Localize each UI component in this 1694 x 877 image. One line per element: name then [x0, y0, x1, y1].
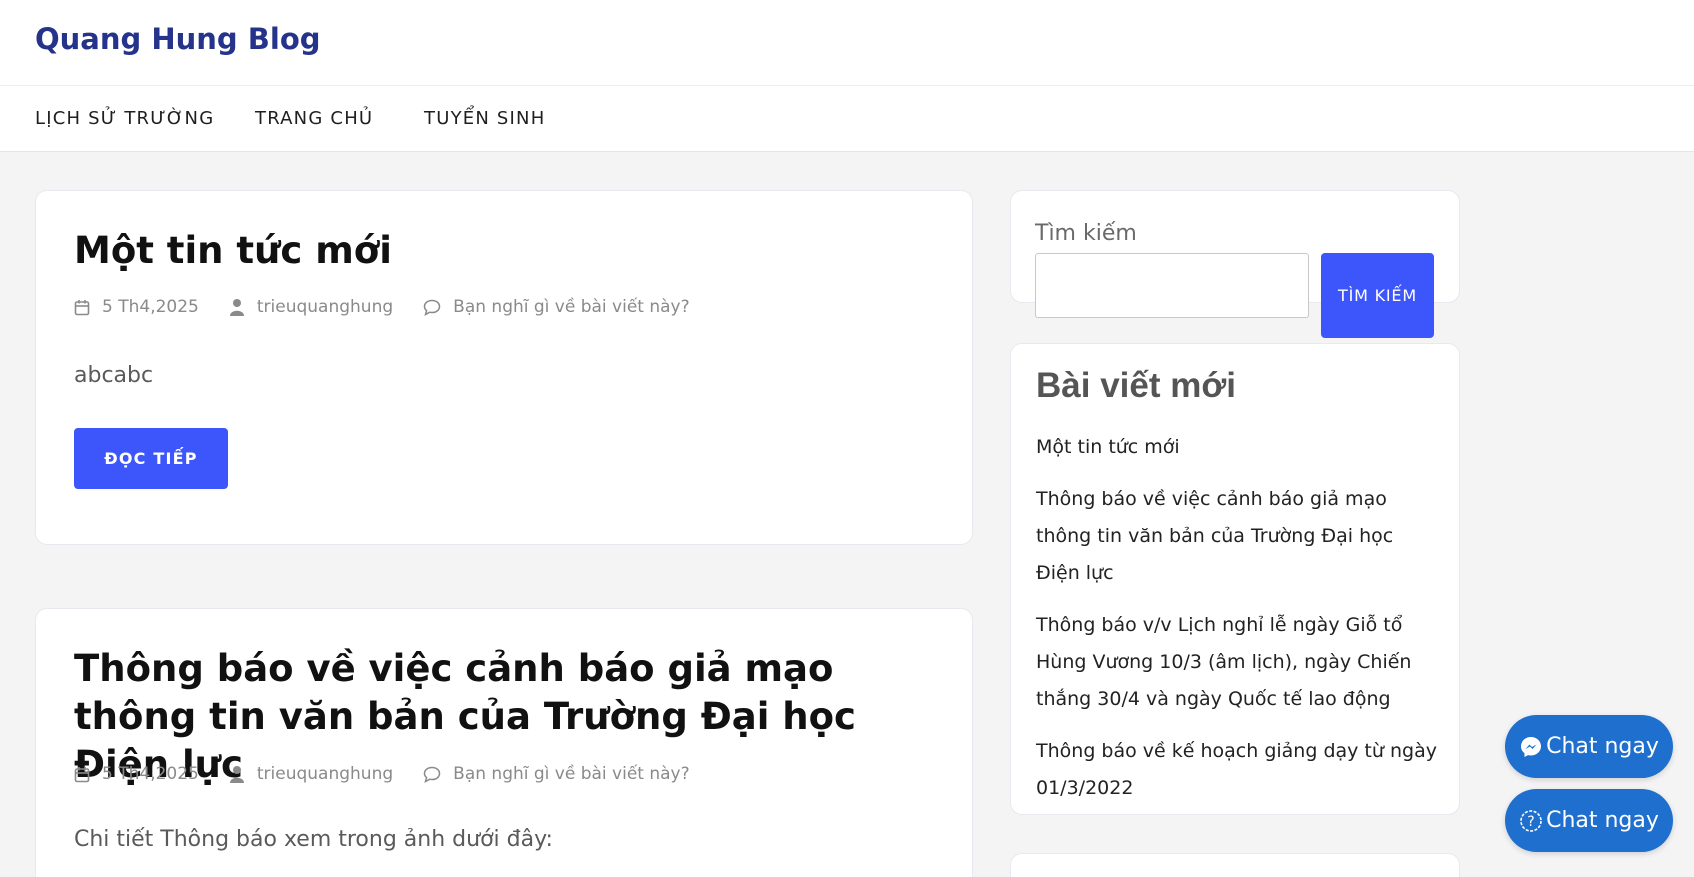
post-title[interactable]: Một tin tức mới — [74, 227, 392, 275]
post-meta: 5 Th4,2025 trieuquanghung Bạn nghĩ gì về… — [74, 764, 720, 784]
post-comments[interactable]: Bạn nghĩ gì về bài viết này? — [423, 297, 690, 317]
post-comments-text: Bạn nghĩ gì về bài viết này? — [453, 764, 690, 784]
post-comments[interactable]: Bạn nghĩ gì về bài viết này? — [423, 764, 690, 784]
comment-icon — [423, 299, 441, 316]
chat-button-label: Chat ngay — [1546, 734, 1659, 759]
search-button[interactable]: TÌM KIẾM — [1321, 253, 1434, 338]
sidebar-widget — [1010, 853, 1460, 877]
post-date[interactable]: 5 Th4,2025 — [74, 764, 199, 784]
user-icon — [229, 299, 244, 316]
post-card: Một tin tức mới 5 Th4,2025 trieuquanghun… — [35, 190, 973, 545]
post-card: Thông báo về việc cảnh báo giả mạo thông… — [35, 608, 973, 877]
read-more-button[interactable]: ĐỌC TIẾP — [74, 428, 228, 489]
nav-item-trang-chu[interactable]: TRANG CHỦ — [255, 108, 373, 129]
user-icon — [229, 766, 244, 783]
calendar-icon — [74, 299, 90, 315]
post-date[interactable]: 5 Th4,2025 — [74, 297, 199, 317]
recent-post-link[interactable]: Thông báo v/v Lịch nghỉ lễ ngày Giỗ tổ H… — [1036, 607, 1441, 718]
post-excerpt: Chi tiết Thông báo xem trong ảnh dưới đâ… — [74, 827, 553, 852]
chat-button-label: Chat ngay — [1546, 808, 1659, 833]
post-author-text: trieuquanghung — [256, 764, 394, 784]
help-chat-button[interactable]: ? Chat ngay — [1505, 789, 1673, 852]
post-excerpt: abcabc — [74, 363, 154, 388]
comment-icon — [423, 766, 441, 783]
recent-posts-widget: Bài viết mới Một tin tức mới Thông báo v… — [1010, 343, 1460, 815]
post-date-text: 5 Th4,2025 — [102, 764, 199, 784]
search-input[interactable] — [1035, 253, 1309, 318]
site-header: Quang Hung Blog — [0, 0, 1694, 86]
post-author-text: trieuquanghung — [256, 297, 394, 317]
post-comments-text: Bạn nghĩ gì về bài viết này? — [453, 297, 690, 317]
post-author[interactable]: trieuquanghung — [229, 764, 393, 784]
widget-title: Bài viết mới — [1036, 366, 1236, 405]
recent-post-link[interactable]: Thông báo về việc cảnh báo giả mạo thông… — [1036, 481, 1441, 592]
svg-text:?: ? — [1527, 814, 1534, 830]
nav-item-lich-su-truong[interactable]: LỊCH SỬ TRƯỜNG — [35, 108, 214, 129]
messenger-icon — [1521, 736, 1542, 757]
calendar-icon — [74, 766, 90, 782]
recent-post-link[interactable]: Thông báo về kế hoạch giảng dạy từ ngày … — [1036, 733, 1441, 807]
post-meta: 5 Th4,2025 trieuquanghung Bạn nghĩ gì về… — [74, 297, 720, 317]
post-author[interactable]: trieuquanghung — [229, 297, 393, 317]
recent-post-link[interactable]: Một tin tức mới — [1036, 429, 1441, 466]
main-nav: LỊCH SỬ TRƯỜNG TRANG CHỦ TUYỂN SINH — [0, 86, 1694, 152]
search-label: Tìm kiếm — [1035, 221, 1137, 246]
site-title[interactable]: Quang Hung Blog — [35, 22, 321, 56]
messenger-chat-button[interactable]: Chat ngay — [1505, 715, 1673, 778]
recent-posts-list: Một tin tức mới Thông báo về việc cảnh b… — [1036, 429, 1441, 822]
post-date-text: 5 Th4,2025 — [102, 297, 199, 317]
question-circle-icon: ? — [1520, 809, 1542, 832]
nav-item-tuyen-sinh[interactable]: TUYỂN SINH — [424, 108, 545, 129]
